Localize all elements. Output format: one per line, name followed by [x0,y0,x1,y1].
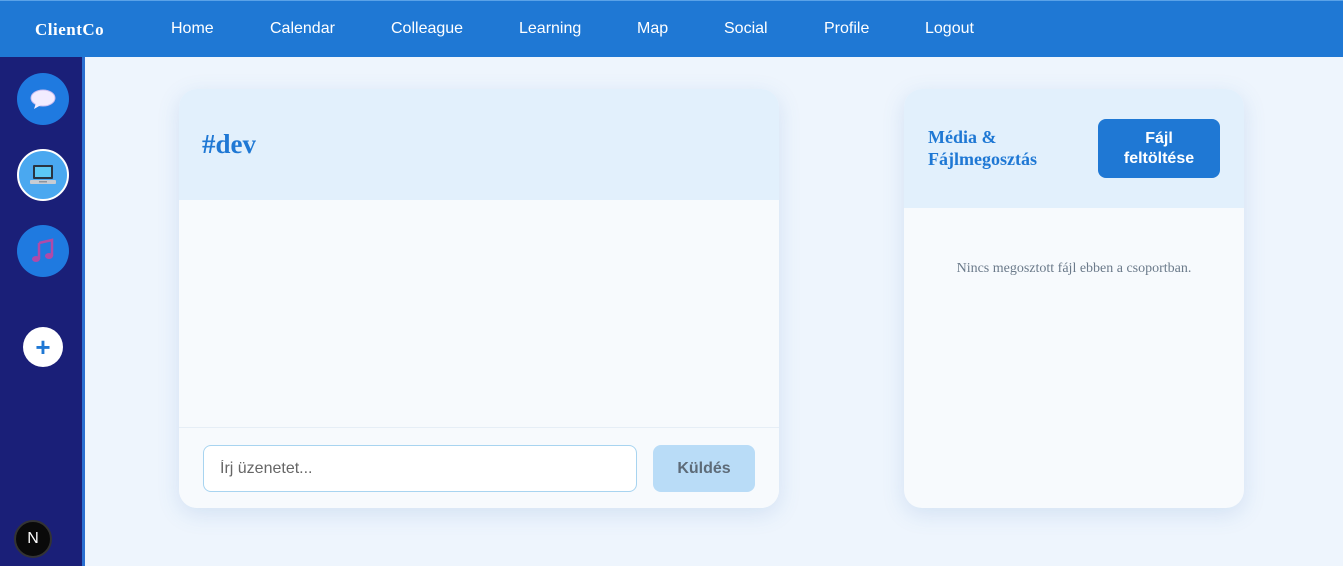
nav-calendar[interactable]: Calendar [270,20,335,38]
server-chat-button[interactable] [17,73,69,125]
message-list [179,200,779,428]
speech-bubble-icon [30,89,56,109]
upload-file-button[interactable]: Fájl feltöltése [1098,119,1220,178]
server-music-button[interactable] [17,225,69,277]
add-server-button[interactable]: + [23,327,63,367]
top-navbar: ClientCo Home Calendar Colleague Learnin… [0,0,1343,57]
nav-colleague[interactable]: Colleague [391,20,463,38]
server-dev-button[interactable] [17,149,69,201]
nav-map[interactable]: Map [637,20,668,38]
chat-panel: #dev Küldés [179,89,779,508]
laptop-icon [30,165,56,184]
media-title: Média & Fájlmegosztás [928,127,1037,169]
empty-files-message: Nincs megosztott fájl ebben a csoportban… [956,261,1192,276]
nav-learning[interactable]: Learning [519,20,581,38]
user-avatar[interactable]: N [14,520,52,558]
nav-home[interactable]: Home [171,20,214,38]
channel-title: #dev [202,129,256,159]
send-button[interactable]: Küldés [653,445,755,492]
message-input[interactable] [203,445,637,492]
nav-logout[interactable]: Logout [925,20,974,38]
music-note-icon [32,238,54,262]
media-panel: Média & Fájlmegosztás Fájl feltöltése Ni… [904,89,1244,508]
message-composer: Küldés [179,429,779,508]
server-sidebar: + N [0,57,85,566]
nav-social[interactable]: Social [724,20,768,38]
chat-header: #dev [179,89,779,200]
nav-profile[interactable]: Profile [824,20,869,38]
brand-logo[interactable]: ClientCo [35,20,104,40]
media-header: Média & Fájlmegosztás Fájl feltöltése [904,89,1244,208]
